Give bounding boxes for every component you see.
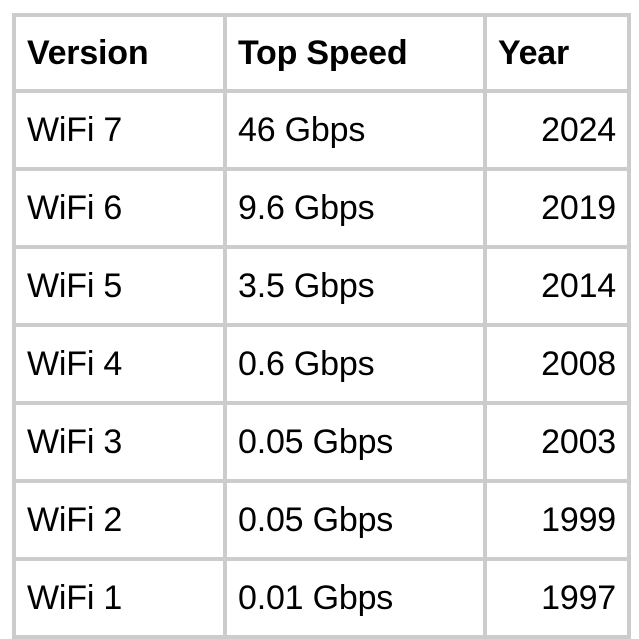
cell-version: WiFi 1 — [12, 557, 227, 639]
table-row: WiFi 3 0.05 Gbps 2003 — [12, 401, 631, 483]
cell-version: WiFi 5 — [12, 245, 227, 327]
cell-year: 2019 — [483, 167, 631, 249]
table-row: WiFi 6 9.6 Gbps 2019 — [12, 167, 631, 249]
cell-year: 2014 — [483, 245, 631, 327]
cell-year: 2024 — [483, 89, 631, 171]
table-row: WiFi 7 46 Gbps 2024 — [12, 89, 631, 171]
cell-version: WiFi 7 — [12, 89, 227, 171]
table-row: WiFi 5 3.5 Gbps 2014 — [12, 245, 631, 327]
wifi-generations-table: Version Top Speed Year WiFi 7 46 Gbps 20… — [12, 13, 631, 639]
cell-year: 1997 — [483, 557, 631, 639]
cell-top-speed: 9.6 Gbps — [223, 167, 487, 249]
cell-version: WiFi 3 — [12, 401, 227, 483]
cell-year: 2008 — [483, 323, 631, 405]
table-body: WiFi 7 46 Gbps 2024 WiFi 6 9.6 Gbps 2019… — [12, 89, 631, 639]
cell-version: WiFi 2 — [12, 479, 227, 561]
cell-version: WiFi 4 — [12, 323, 227, 405]
table-row: WiFi 4 0.6 Gbps 2008 — [12, 323, 631, 405]
table-header: Version Top Speed Year — [12, 13, 631, 93]
wifi-generations-table-container: Version Top Speed Year WiFi 7 46 Gbps 20… — [12, 13, 631, 639]
table-row: WiFi 1 0.01 Gbps 1997 — [12, 557, 631, 639]
column-header-year[interactable]: Year — [483, 13, 631, 93]
cell-version: WiFi 6 — [12, 167, 227, 249]
cell-top-speed: 0.05 Gbps — [223, 401, 487, 483]
cell-top-speed: 0.01 Gbps — [223, 557, 487, 639]
column-header-version[interactable]: Version — [12, 13, 227, 93]
cell-top-speed: 3.5 Gbps — [223, 245, 487, 327]
cell-top-speed: 0.05 Gbps — [223, 479, 487, 561]
table-row: WiFi 2 0.05 Gbps 1999 — [12, 479, 631, 561]
cell-year: 1999 — [483, 479, 631, 561]
cell-top-speed: 46 Gbps — [223, 89, 487, 171]
table-header-row: Version Top Speed Year — [12, 13, 631, 93]
cell-top-speed: 0.6 Gbps — [223, 323, 487, 405]
cell-year: 2003 — [483, 401, 631, 483]
column-header-top-speed[interactable]: Top Speed — [223, 13, 487, 93]
